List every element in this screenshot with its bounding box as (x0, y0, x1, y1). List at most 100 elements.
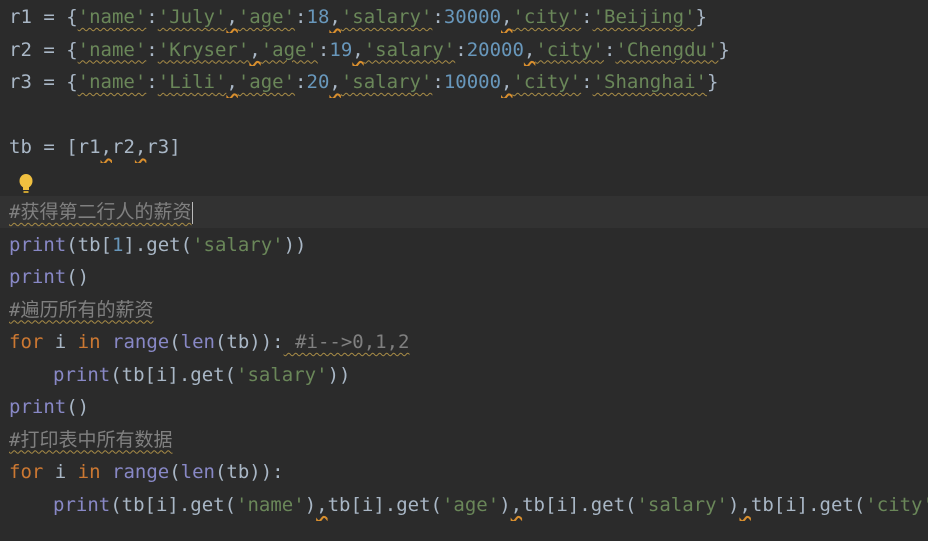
code-line[interactable]: r3 = {'name':'Lili','age':20,'salary':10… (0, 66, 928, 98)
code-token: tb[i].get( (522, 493, 637, 516)
code-token: () (66, 396, 90, 418)
code-token: , (329, 6, 341, 28)
code-token: : (146, 38, 158, 61)
code-token: i (43, 461, 78, 483)
code-token: ) (499, 493, 511, 516)
code-line-text: r1 = {'name':'July','age':18,'salary':30… (9, 1, 707, 33)
code-line[interactable]: print(tb[i].get('salary')) (0, 359, 928, 391)
code-line[interactable]: print(tb[i].get('name'),tb[i].get('age')… (0, 489, 928, 521)
code-token: (tb)): (214, 331, 284, 353)
code-token: print (53, 363, 111, 386)
code-token: , (100, 136, 112, 158)
code-token: print (9, 396, 67, 418)
code-token: len (180, 331, 215, 353)
code-line[interactable] (0, 99, 928, 131)
code-token: , (134, 136, 147, 158)
text-caret (192, 201, 194, 224)
code-line[interactable]: r2 = {'name':'Kryser','age':19,'salary':… (0, 34, 928, 66)
code-token: : (581, 6, 593, 28)
code-token: 'salary' (340, 6, 433, 28)
code-line-text: r3 = {'name':'Lili','age':20,'salary':10… (9, 66, 718, 98)
code-token: 'salary' (192, 233, 284, 256)
code-token: i (43, 331, 78, 353)
code-token: , (226, 6, 238, 28)
code-line[interactable] (0, 164, 928, 196)
code-line[interactable]: print() (0, 261, 928, 293)
code-token: 'Beijing' (592, 6, 696, 28)
code-token: print (9, 233, 67, 256)
code-token: , (249, 38, 261, 61)
code-token: = { (31, 38, 78, 61)
code-token: #遍历所有的薪资 (9, 298, 154, 321)
code-token: )) (283, 233, 307, 256)
code-token: : (455, 38, 467, 61)
code-line[interactable]: print() (0, 391, 928, 423)
code-line[interactable]: tb = [r1,r2,r3] (0, 131, 928, 163)
code-line[interactable]: for i in range(len(tb)): #i-->0,1,2 (0, 326, 928, 358)
code-token: )) (327, 363, 351, 386)
code-token: (tb[ (66, 233, 112, 256)
code-token: : (295, 71, 307, 93)
code-line[interactable]: r1 = {'name':'July','age':18,'salary':30… (0, 1, 928, 33)
code-token: r3 (9, 71, 32, 93)
code-token: tb[i].get( (750, 493, 866, 516)
code-token: 'city' (512, 6, 582, 28)
code-token: , (739, 493, 751, 516)
code-token: range (112, 461, 170, 483)
code-line[interactable]: for i in range(len(tb)): (0, 456, 928, 488)
code-line[interactable]: #获得第二行人的薪资 (0, 196, 928, 228)
code-token: len (180, 461, 215, 483)
code-token: , (329, 71, 341, 93)
code-token: tb (9, 136, 32, 158)
code-token: : (146, 6, 158, 28)
code-token: (tb[i].get( (110, 363, 237, 386)
code-token: , (501, 71, 513, 93)
code-line[interactable]: #打印表中所有数据 (0, 424, 928, 456)
code-token: r2 (112, 136, 135, 158)
code-token: 'salary' (636, 493, 728, 516)
code-token: ) (728, 493, 740, 516)
code-token: 'name' (77, 38, 147, 61)
code-token: } (695, 6, 707, 28)
code-token: 'July' (157, 6, 227, 28)
code-line[interactable]: print(tb[1].get('salary')) (0, 229, 928, 261)
code-token: 'salary' (363, 38, 456, 61)
code-editor[interactable]: print(tb[i].get('name'),tb[i].get('age')… (0, 0, 928, 541)
code-token: in (77, 461, 101, 483)
code-token: 1 (111, 233, 124, 256)
code-line-text: print(tb[i].get('salary')) (9, 359, 350, 391)
code-token: , (352, 38, 364, 61)
code-line-text: for i in range(len(tb)): (9, 456, 284, 488)
code-token: , (510, 493, 523, 516)
code-token: } (718, 38, 730, 61)
code-token: 'city' (865, 493, 928, 516)
code-token: 20 (306, 71, 330, 93)
code-line-text: #遍历所有的薪资 (9, 294, 153, 326)
code-token: 'name' (236, 493, 305, 516)
code-token: ( (169, 331, 181, 353)
code-token: , (316, 493, 328, 516)
code-token: 'name' (77, 6, 147, 28)
code-token: (tb[i].get( (110, 493, 237, 516)
code-line[interactable]: #遍历所有的薪资 (0, 294, 928, 326)
code-token: , (523, 38, 536, 61)
code-token: : (581, 71, 593, 93)
intention-bulb-icon[interactable] (18, 173, 34, 195)
code-token: 'Chengdu' (615, 38, 719, 61)
code-token: 'salary' (340, 71, 433, 93)
code-token: 20000 (466, 38, 524, 61)
code-token: : (146, 71, 158, 93)
code-line-text: print(tb[i].get('name'),tb[i].get('age')… (9, 489, 928, 521)
code-token: 'salary' (236, 363, 328, 386)
code-token: 'city' (512, 71, 582, 93)
code-token: 'age' (237, 6, 296, 28)
code-token: 'Kryser' (157, 38, 250, 61)
code-token: : (432, 71, 444, 93)
code-token: 18 (306, 6, 330, 28)
code-line-text: #打印表中所有数据 (9, 424, 172, 456)
code-token: = [ (31, 136, 78, 158)
code-token: for (9, 461, 44, 483)
code-line-text: print() (9, 391, 89, 423)
